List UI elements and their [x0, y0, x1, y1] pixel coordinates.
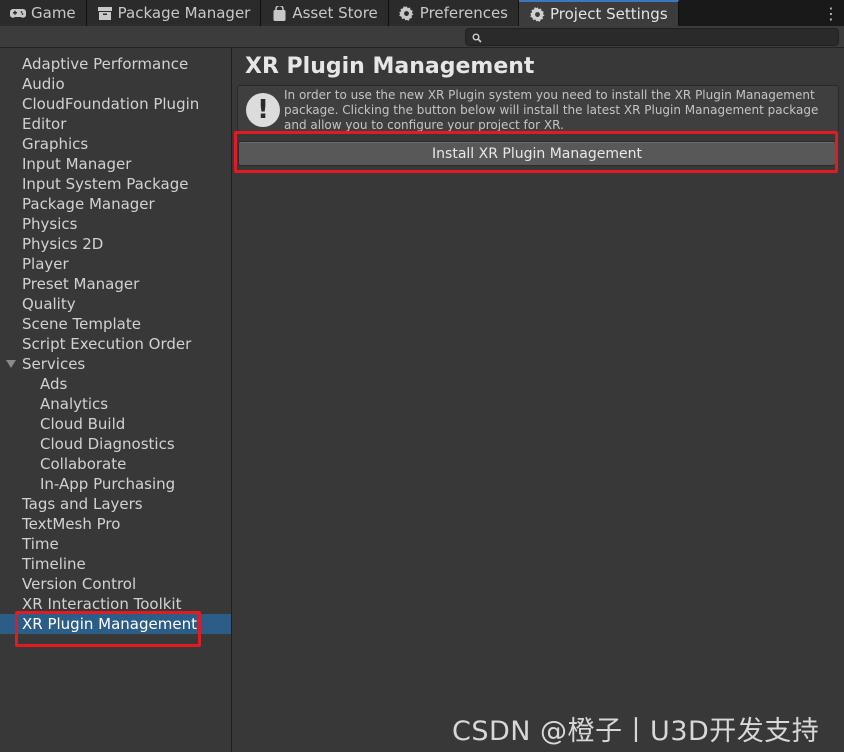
tab-label: Preferences	[419, 4, 509, 22]
search-icon	[472, 28, 482, 47]
settings-toolbar	[0, 26, 844, 48]
gamepad-icon	[10, 5, 26, 21]
sidebar-item-physics[interactable]: Physics	[0, 214, 231, 234]
sidebar-item-cloud-diagnostics[interactable]: Cloud Diagnostics	[0, 434, 231, 454]
tab-label: Package Manager	[117, 4, 251, 22]
sidebar-item-scene-template[interactable]: Scene Template	[0, 314, 231, 334]
sidebar-item-version-control[interactable]: Version Control	[0, 574, 231, 594]
window-tab-bar: Game Package Manager Asset Store Prefere…	[0, 0, 844, 26]
highlight-box-install-button	[234, 131, 838, 173]
tab-label: Project Settings	[550, 5, 668, 23]
tab-game[interactable]: Game	[0, 0, 87, 26]
gear-icon	[529, 6, 545, 22]
info-help-box: ! In order to use the new XR Plugin syst…	[237, 85, 839, 132]
sidebar-item-editor[interactable]: Editor	[0, 114, 231, 134]
sidebar-item-analytics[interactable]: Analytics	[0, 394, 231, 414]
sidebar-item-quality[interactable]: Quality	[0, 294, 231, 314]
sidebar-item-physics-2d[interactable]: Physics 2D	[0, 234, 231, 254]
sidebar-item-input-system-package[interactable]: Input System Package	[0, 174, 231, 194]
sidebar-item-collaborate[interactable]: Collaborate	[0, 454, 231, 474]
more-options-icon[interactable]: ⋮	[818, 0, 844, 26]
package-icon	[97, 5, 113, 21]
sidebar-group-services[interactable]: Services	[0, 354, 231, 374]
gear-icon	[399, 5, 415, 21]
highlight-box-sidebar-selection	[15, 611, 201, 647]
sidebar-item-cloud-build[interactable]: Cloud Build	[0, 414, 231, 434]
sidebar-item-in-app-purchasing[interactable]: In-App Purchasing	[0, 474, 231, 494]
help-message: In order to use the new XR Plugin system…	[284, 88, 819, 132]
sidebar-item-ads[interactable]: Ads	[0, 374, 231, 394]
tab-preferences[interactable]: Preferences	[388, 0, 520, 26]
sidebar-item-player[interactable]: Player	[0, 254, 231, 274]
sidebar-item-adaptive-performance[interactable]: Adaptive Performance	[0, 54, 231, 74]
sidebar-item-tags-and-layers[interactable]: Tags and Layers	[0, 494, 231, 514]
sidebar-item-cloudfoundation-plugin[interactable]: CloudFoundation Plugin	[0, 94, 231, 114]
search-field[interactable]	[465, 28, 839, 46]
sidebar-item-script-execution-order[interactable]: Script Execution Order	[0, 334, 231, 354]
sidebar-item-audio[interactable]: Audio	[0, 74, 231, 94]
watermark-text: CSDN @橙子丨U3D开发支持	[452, 716, 820, 747]
sidebar-item-textmesh-pro[interactable]: TextMesh Pro	[0, 514, 231, 534]
tab-project-settings[interactable]: Project Settings	[519, 0, 679, 26]
foldout-arrow-icon[interactable]	[6, 360, 16, 368]
sidebar-item-package-manager[interactable]: Package Manager	[0, 194, 231, 214]
search-input[interactable]	[486, 30, 838, 44]
sidebar-item-time[interactable]: Time	[0, 534, 231, 554]
warning-exclamation-icon: !	[246, 93, 280, 127]
sidebar-item-label: Services	[22, 355, 86, 373]
tab-bar-spacer	[678, 0, 818, 26]
sidebar-item-timeline[interactable]: Timeline	[0, 554, 231, 574]
tab-asset-store[interactable]: Asset Store	[261, 0, 389, 26]
page-title: XR Plugin Management	[245, 54, 535, 79]
sidebar-item-input-manager[interactable]: Input Manager	[0, 154, 231, 174]
bag-icon	[271, 5, 287, 21]
sidebar-item-graphics[interactable]: Graphics	[0, 134, 231, 154]
sidebar-item-preset-manager[interactable]: Preset Manager	[0, 274, 231, 294]
tab-label: Game	[31, 4, 76, 22]
tab-label: Asset Store	[292, 4, 378, 22]
tab-package-manager[interactable]: Package Manager	[86, 0, 262, 26]
